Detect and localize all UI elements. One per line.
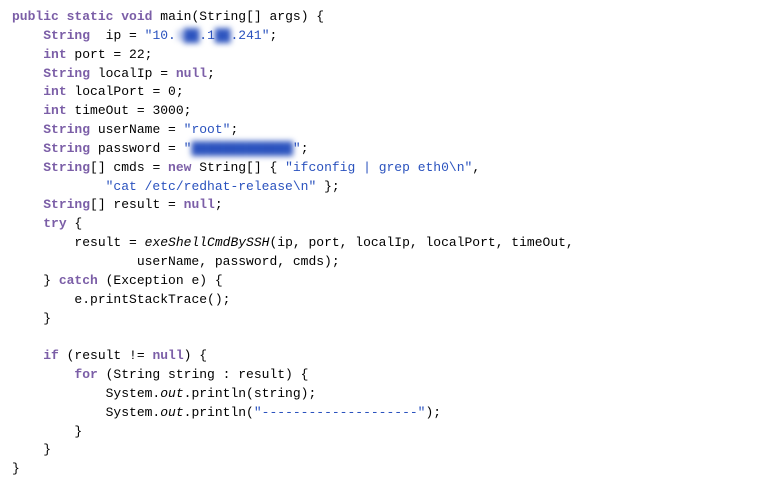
string-password: "█████████████" [184,141,301,156]
code-line-18 [12,328,750,347]
keyword-string-1: String [43,28,90,43]
string-username: "root" [184,122,231,137]
keyword-try: try [43,216,66,231]
keyword-string-6: String [43,197,90,212]
method-out-2: out [160,405,183,420]
keyword-string-5: String [43,160,90,175]
code-line-3: int port = 22; [12,46,750,65]
code-line-5: int localPort = 0; [12,83,750,102]
keyword-int-2: int [43,84,66,99]
keyword-string-4: String [43,141,90,156]
keyword-string-2: String [43,66,90,81]
keyword-static: static [67,9,114,24]
keyword-void: void [121,9,152,24]
code-line-4: String localIp = null; [12,65,750,84]
code-line-23: } [12,423,750,442]
keyword-int-1: int [43,47,66,62]
code-line-17: } [12,310,750,329]
code-line-1: public static void main(String[] args) { [12,8,750,27]
code-line-15: } catch (Exception e) { [12,272,750,291]
code-line-19: if (result != null) { [12,347,750,366]
keyword-for: for [74,367,97,382]
code-line-9: String[] cmds = new String[] { "ifconfig… [12,159,750,178]
keyword-public: public [12,9,59,24]
code-line-14: userName, password, cmds); [12,253,750,272]
code-line-16: e.printStackTrace(); [12,291,750,310]
code-line-21: System.out.println(string); [12,385,750,404]
string-separator: "--------------------" [254,405,426,420]
code-line-25: } [12,460,750,479]
code-line-12: try { [12,215,750,234]
method-out-1: out [160,386,183,401]
string-cmd1: "ifconfig | grep eth0\n" [285,160,472,175]
keyword-null-2: null [184,197,215,212]
code-line-2: String ip = "10.1██.1██.241"; [12,27,750,46]
code-line-20: for (String string : result) { [12,366,750,385]
code-viewer: public static void main(String[] args) {… [0,0,762,501]
keyword-catch: catch [59,273,98,288]
keyword-new: new [168,160,191,175]
method-main: main(String[] args) { [160,9,324,24]
keyword-null-3: null [152,348,183,363]
code-line-24: } [12,441,750,460]
keyword-if: if [43,348,59,363]
method-exeshell: exeShellCmdBySSH [145,235,270,250]
code-line-6: int timeOut = 3000; [12,102,750,121]
code-line-10: "cat /etc/redhat-release\n" }; [12,178,750,197]
string-ip: "10.1██.1██.241" [145,28,270,43]
keyword-null-1: null [176,66,207,81]
code-line-22: System.out.println("--------------------… [12,404,750,423]
keyword-int-3: int [43,103,66,118]
keyword-string-3: String [43,122,90,137]
code-line-8: String password = "█████████████"; [12,140,750,159]
code-line-13: result = exeShellCmdBySSH(ip, port, loca… [12,234,750,253]
code-line-7: String userName = "root"; [12,121,750,140]
code-line-11: String[] result = null; [12,196,750,215]
string-cmd2: "cat /etc/redhat-release\n" [106,179,317,194]
